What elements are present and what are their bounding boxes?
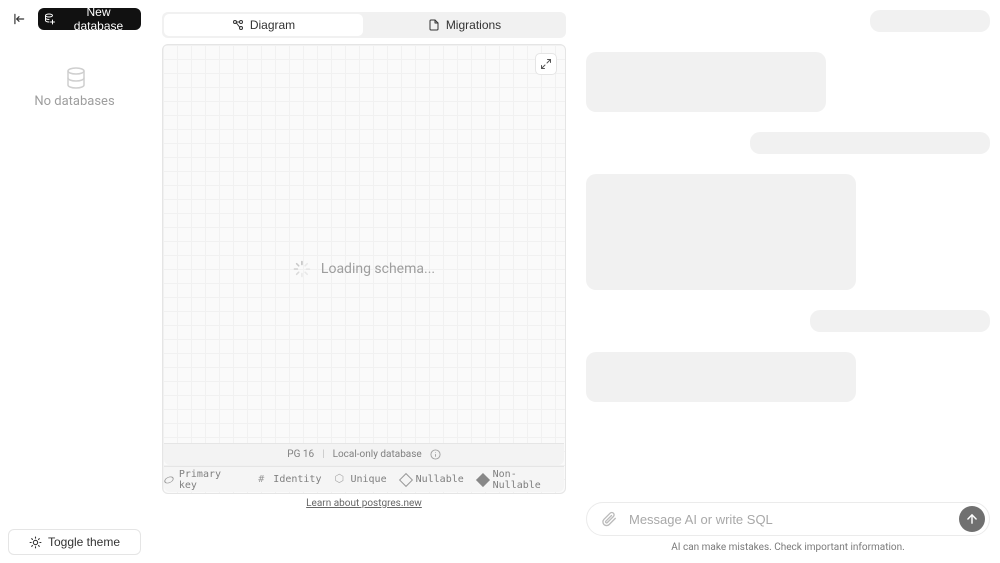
chat-composer bbox=[586, 502, 990, 536]
fullscreen-button[interactable] bbox=[535, 53, 557, 75]
collapse-sidebar-button[interactable] bbox=[8, 8, 30, 30]
database-icon bbox=[64, 66, 86, 88]
fullscreen-icon bbox=[540, 58, 552, 70]
new-database-label: New database bbox=[62, 5, 135, 33]
spinner-icon bbox=[293, 260, 311, 278]
attachment-icon[interactable] bbox=[601, 511, 617, 527]
skeleton-bubble bbox=[810, 310, 990, 332]
non-nullable-icon bbox=[476, 472, 490, 486]
tab-diagram[interactable]: Diagram bbox=[164, 14, 363, 36]
legend-non-nullable: Non-Nullable bbox=[493, 469, 564, 491]
toggle-theme-label: Toggle theme bbox=[48, 535, 120, 549]
diagram-canvas[interactable]: Loading schema... PG 16 | Local-only dat… bbox=[162, 44, 566, 494]
legend-unique: Unique bbox=[350, 474, 386, 485]
unique-icon bbox=[335, 475, 345, 485]
share-icon bbox=[232, 19, 244, 31]
learn-link[interactable]: Learn about postgres.new bbox=[306, 498, 422, 509]
schema-legend: Primary key Identity Unique Nullable Non… bbox=[164, 466, 564, 492]
chat-messages-skeleton bbox=[586, 10, 990, 494]
db-version: PG 16 bbox=[287, 449, 314, 460]
chat-panel: AI can make mistakes. Check important in… bbox=[586, 10, 990, 553]
legend-nullable: Nullable bbox=[416, 474, 464, 485]
toggle-theme-button[interactable]: Toggle theme bbox=[8, 529, 141, 555]
skeleton-bubble bbox=[870, 10, 990, 32]
primary-key-icon bbox=[164, 475, 174, 485]
sidebar: New database No databases Toggle theme bbox=[0, 0, 150, 563]
file-icon bbox=[428, 19, 440, 31]
skeleton-bubble bbox=[586, 174, 856, 290]
db-scope: Local-only database bbox=[333, 449, 422, 460]
loading-indicator: Loading schema... bbox=[293, 260, 435, 278]
ai-disclaimer: AI can make mistakes. Check important in… bbox=[586, 542, 990, 553]
skeleton-bubble bbox=[586, 52, 826, 112]
new-database-button[interactable]: New database bbox=[38, 8, 141, 30]
arrow-up-icon bbox=[965, 512, 979, 526]
legend-identity: Identity bbox=[273, 474, 321, 485]
chat-input[interactable] bbox=[627, 511, 949, 528]
tab-migrations-label: Migrations bbox=[446, 18, 501, 32]
tab-migrations[interactable]: Migrations bbox=[365, 14, 564, 36]
sidebar-empty-state: No databases bbox=[0, 66, 149, 109]
skeleton-bubble bbox=[586, 352, 856, 402]
collapse-icon bbox=[12, 12, 26, 26]
database-info-strip: PG 16 | Local-only database bbox=[164, 443, 564, 465]
legend-primary-key: Primary key bbox=[179, 469, 244, 491]
info-icon[interactable] bbox=[430, 449, 441, 460]
separator: | bbox=[322, 449, 324, 460]
skeleton-bubble bbox=[750, 132, 990, 154]
database-plus-icon bbox=[44, 13, 56, 25]
send-button[interactable] bbox=[959, 506, 985, 532]
sun-icon bbox=[29, 536, 42, 549]
tab-diagram-label: Diagram bbox=[250, 18, 295, 32]
view-tabs: Diagram Migrations bbox=[162, 12, 566, 38]
sidebar-empty-label: No databases bbox=[34, 94, 114, 109]
loading-label: Loading schema... bbox=[321, 261, 435, 277]
nullable-icon bbox=[399, 472, 413, 486]
identity-icon bbox=[258, 475, 268, 485]
